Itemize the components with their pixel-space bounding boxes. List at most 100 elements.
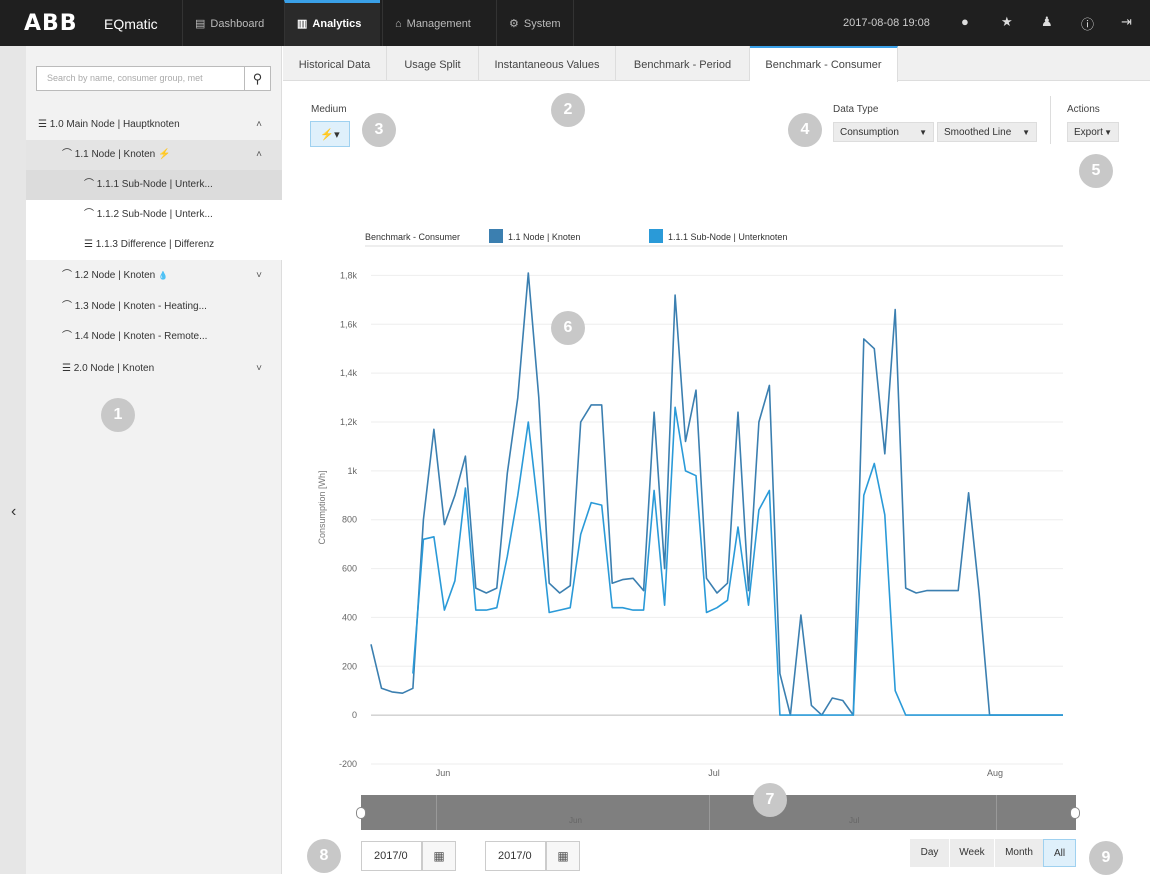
navigator-right-handle[interactable]	[1070, 807, 1080, 819]
tree-item-label: 1.1.3 Difference | Differenz	[95, 239, 215, 250]
legend-swatch	[649, 229, 663, 243]
main-content: Historical Data Usage Split Instantaneou…	[283, 46, 1150, 875]
series-line	[370, 272, 1063, 716]
consumption-chart: Benchmark - Consumer 1.1 Node | Knoten 1.1…	[317, 229, 1063, 778]
divider	[996, 795, 997, 830]
tab-usage-split[interactable]: Usage Split	[387, 46, 479, 81]
tree-item-label: 1.0 Main Node | Hauptknoten	[49, 119, 180, 130]
range-week-button[interactable]: Week	[950, 839, 994, 867]
y-tick-label: 1,4k	[340, 368, 358, 378]
nav-system[interactable]: ⚙ System	[496, 0, 574, 46]
legend-label: 1.1 Node | Knoten	[508, 232, 580, 242]
tab-instantaneous-values[interactable]: Instantaneous Values	[479, 46, 616, 81]
chevron-up-icon[interactable]: ˄	[256, 110, 262, 140]
star-icon[interactable]: ★	[1001, 14, 1013, 30]
tree-item-node-2-0[interactable]: ☰ 2.0 Node | Knoten ˅	[26, 354, 282, 384]
search-input[interactable]: Search by name, consumer group, met	[36, 66, 246, 91]
calendar-icon[interactable]: ▦	[546, 841, 580, 871]
chart-title: Benchmark - Consumer	[365, 232, 460, 242]
search-icon[interactable]: ⚲	[244, 66, 271, 91]
tree-item-node-1-3[interactable]: ⌒ 1.3 Node | Knoten - Heating...	[26, 292, 282, 322]
actions-label: Actions	[1067, 104, 1100, 115]
y-tick-label: 0	[352, 710, 357, 720]
tab-benchmark-consumer[interactable]: Benchmark - Consumer	[750, 46, 898, 82]
y-tick-label: 200	[342, 661, 357, 671]
calendar-icon[interactable]: ▦	[422, 841, 456, 871]
y-tick-label: 1,8k	[340, 270, 358, 280]
x-tick-label: Jun	[436, 768, 451, 778]
data-type-select[interactable]: Consumption ▼	[833, 122, 934, 142]
system-icon: ⚙	[509, 18, 519, 30]
callout-badge-4: 4	[788, 113, 822, 147]
caret-down-icon: ▼	[1104, 128, 1112, 137]
tab-benchmark-period[interactable]: Benchmark - Period	[616, 46, 750, 81]
navigator-left-handle[interactable]	[356, 807, 366, 819]
chevron-left-icon[interactable]: ‹	[11, 503, 16, 521]
tree-item-label: 1.1.1 Sub-Node | Unterk...	[96, 179, 213, 190]
callout-badge-1: 1	[101, 398, 135, 432]
tab-historical-data[interactable]: Historical Data	[283, 46, 387, 81]
analytics-tabs: Historical Data Usage Split Instantaneou…	[283, 46, 1150, 82]
abb-logo: ABB	[24, 11, 78, 36]
y-tick-label: -200	[339, 759, 357, 769]
tree-item-sub-node-1-1-1[interactable]: ⌒ 1.1.1 Sub-Node | Unterk...	[26, 170, 282, 200]
logout-icon[interactable]: ⇥	[1121, 14, 1132, 30]
tree-item-sub-node-1-1-2[interactable]: ⌒ 1.1.2 Sub-Node | Unterk...	[26, 200, 282, 230]
list-icon: ☰	[84, 239, 93, 250]
tree-item-node-1-1[interactable]: ⌒ 1.1 Node | Knoten ⚡ ˄	[26, 140, 282, 170]
range-month-button[interactable]: Month	[995, 839, 1043, 867]
tree-item-label: 1.4 Node | Knoten - Remote...	[74, 331, 208, 342]
meter-icon: ⌒	[84, 209, 94, 220]
medium-select[interactable]: ⚡▾	[310, 121, 350, 147]
x-tick-label: Aug	[987, 768, 1003, 778]
current-datetime: 2017-08-08 19:08	[843, 17, 930, 29]
x-tick-label: Jul	[708, 768, 720, 778]
meter-icon: ⌒	[62, 331, 72, 342]
nav-management[interactable]: ⌂ Management	[382, 0, 483, 46]
meter-icon: ⌒	[62, 149, 72, 160]
sidebar-collapse-strip[interactable]: ‹	[0, 46, 26, 874]
list-icon: ☰	[38, 119, 47, 130]
bell-icon[interactable]: ●	[961, 14, 969, 29]
legend-swatch	[489, 229, 503, 243]
tree-item-node-1-4[interactable]: ⌒ 1.4 Node | Knoten - Remote...	[26, 322, 282, 352]
divider	[709, 795, 710, 830]
range-all-button[interactable]: All	[1043, 839, 1076, 867]
tree-item-difference-1-1-3[interactable]: ☰ 1.1.3 Difference | Differenz	[26, 230, 282, 260]
chart-style-select[interactable]: Smoothed Line ▼	[937, 122, 1037, 142]
export-button[interactable]: Export ▼	[1067, 122, 1119, 142]
chevron-down-icon[interactable]: ˅	[256, 261, 262, 291]
caret-down-icon: ▼	[919, 128, 927, 137]
legend-label: 1.1.1 Sub-Node | Unterknoten	[668, 232, 787, 242]
chevron-down-icon[interactable]: ˅	[256, 354, 262, 384]
analytics-icon: ▥	[297, 18, 308, 30]
callout-badge-9: 9	[1089, 841, 1123, 875]
info-icon[interactable]: ⓘ	[1081, 14, 1094, 33]
chevron-up-icon[interactable]: ˄	[256, 140, 262, 170]
y-tick-label: 1k	[347, 466, 357, 476]
date-to-input[interactable]: 2017/0	[485, 841, 546, 871]
nav-dashboard[interactable]: ▤ Dashboard	[182, 0, 276, 46]
nav-analytics[interactable]: ▥ Analytics	[284, 0, 380, 46]
callout-badge-2: 2	[551, 93, 585, 127]
y-tick-label: 400	[342, 612, 357, 622]
callout-badge-8: 8	[307, 839, 341, 873]
date-from-input[interactable]: 2017/0	[361, 841, 422, 871]
range-day-button[interactable]: Day	[910, 839, 949, 867]
user-icon[interactable]: ♟	[1041, 14, 1053, 30]
y-tick-label: 600	[342, 564, 357, 574]
list-icon: ☰	[62, 363, 71, 374]
tree-item-main-node[interactable]: ☰ 1.0 Main Node | Hauptknoten ˄	[26, 110, 282, 140]
tree-item-label: 1.2 Node | Knoten	[74, 270, 156, 281]
meter-icon: ⌒	[84, 179, 94, 190]
electricity-icon: ⚡	[158, 149, 171, 160]
export-label: Export	[1074, 127, 1103, 138]
range-navigator[interactable]: Jun Jul	[356, 795, 1080, 830]
data-type-label: Data Type	[833, 104, 879, 115]
tree-item-label: 1.1.2 Sub-Node | Unterk...	[96, 209, 213, 220]
meter-icon: ⌒	[62, 270, 72, 281]
water-icon: 💧	[158, 271, 168, 280]
tree-item-label: 1.1 Node | Knoten	[74, 149, 156, 160]
divider	[1050, 96, 1051, 144]
tree-item-node-1-2[interactable]: ⌒ 1.2 Node | Knoten 💧 ˅	[26, 261, 282, 291]
